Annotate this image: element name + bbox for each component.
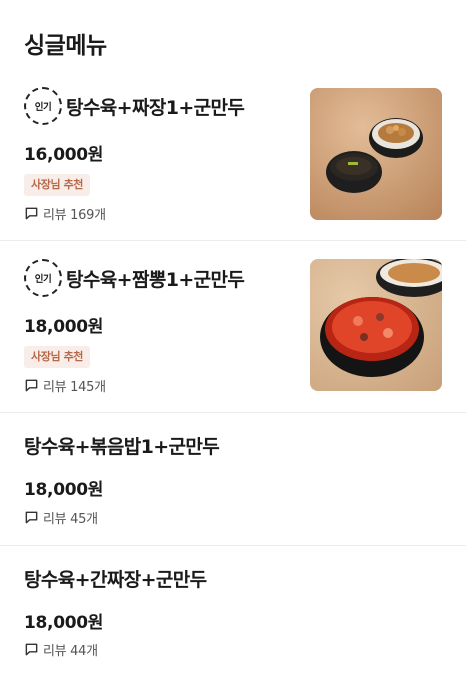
divider bbox=[0, 412, 466, 413]
divider bbox=[0, 240, 466, 241]
review-count: 리뷰 44개 bbox=[24, 640, 98, 659]
review-count-label: 리뷰 169개 bbox=[43, 208, 106, 223]
owner-recommend-tag: 사장님 추천 bbox=[24, 174, 91, 196]
menu-item-name[interactable]: 탕수육+간짜장+군만두 bbox=[24, 565, 207, 592]
menu-item-price: 18,000원 bbox=[24, 317, 104, 337]
menu-item-name[interactable]: 탕수육+짬뽕1+군만두 bbox=[66, 265, 245, 292]
speech-bubble-icon bbox=[25, 511, 38, 524]
divider bbox=[0, 545, 466, 546]
speech-bubble-icon bbox=[25, 643, 38, 656]
menu-item-price: 16,000원 bbox=[24, 145, 104, 165]
menu-item-price: 18,000원 bbox=[24, 613, 104, 633]
owner-recommend-tag: 사장님 추천 bbox=[24, 346, 91, 368]
speech-bubble-icon bbox=[25, 379, 38, 392]
menu-item-photo[interactable] bbox=[310, 259, 442, 391]
menu-item-price: 18,000원 bbox=[24, 480, 104, 500]
review-count: 리뷰 145개 bbox=[24, 376, 106, 395]
menu-item-photo[interactable] bbox=[310, 88, 442, 220]
review-count-label: 리뷰 44개 bbox=[43, 644, 98, 659]
review-count: 리뷰 169개 bbox=[24, 204, 106, 223]
speech-bubble-icon bbox=[25, 207, 38, 220]
menu-item-name[interactable]: 탕수육+짜장1+군만두 bbox=[66, 93, 245, 120]
review-count-label: 리뷰 145개 bbox=[43, 380, 106, 395]
section-title: 싱글메뉴 bbox=[24, 33, 107, 59]
menu-item-name[interactable]: 탕수육+볶음밥1+군만두 bbox=[24, 432, 220, 459]
popular-badge-icon: 인기 bbox=[24, 87, 62, 125]
jjamppong-tangsuyuk-photo bbox=[310, 259, 442, 391]
review-count-label: 리뷰 45개 bbox=[43, 512, 98, 527]
review-count: 리뷰 45개 bbox=[24, 508, 98, 527]
jjajang-tangsuyuk-photo bbox=[310, 88, 442, 220]
popular-badge-icon: 인기 bbox=[24, 259, 62, 297]
